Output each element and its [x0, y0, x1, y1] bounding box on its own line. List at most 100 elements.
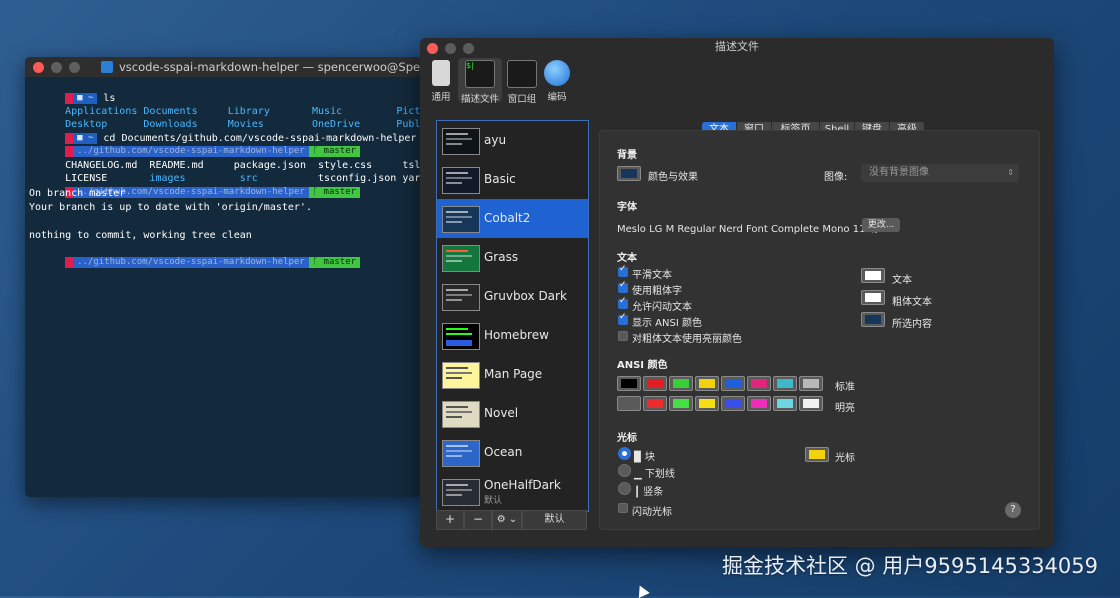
profile-item-gruvbox-dark[interactable]: Gruvbox Dark: [437, 277, 588, 316]
ansi-normal-swatch-4[interactable]: [721, 376, 745, 391]
profile-item-homebrew[interactable]: Homebrew: [437, 316, 588, 355]
ansi-normal-label: 标准: [835, 382, 855, 393]
font-value: Meslo LG M Regular Nerd Font Complete Mo…: [617, 224, 879, 235]
profile-thumbnail: [442, 323, 480, 350]
minimize-window-button[interactable]: [51, 62, 62, 73]
cursor-section-title: 光标: [617, 433, 637, 444]
checkbox-label: 允许闪动文本: [632, 302, 692, 313]
profile-item-man-page[interactable]: Man Page: [437, 355, 588, 394]
profile-item-grass[interactable]: Grass: [437, 238, 588, 277]
ansi-colors-checkbox[interactable]: [618, 312, 628, 325]
background-section-title: 背景: [617, 150, 637, 161]
ansi-section-title: ANSI 颜色: [617, 360, 668, 371]
blink-text-checkbox[interactable]: [618, 296, 628, 309]
set-default-button[interactable]: 默认: [522, 510, 587, 530]
ansi-bright-swatch-6[interactable]: [773, 396, 797, 411]
profile-name: Novel: [484, 406, 519, 420]
profiles-preferences-window[interactable]: 描述文件 通用 $| 描述文件 窗口组 编码 ayu Basic Cobalt2…: [420, 38, 1054, 547]
profile-list[interactable]: ayu Basic Cobalt2 Grass Gruvbox Dark Hom…: [436, 120, 589, 512]
remove-profile-button[interactable]: −: [464, 510, 492, 530]
cursor-color-well[interactable]: [805, 447, 829, 462]
toolbar-label: 编码: [547, 92, 567, 103]
ansi-normal-swatch-1[interactable]: [643, 376, 667, 391]
ansi-bright-swatch-3[interactable]: [695, 396, 719, 411]
branch-icon: ᚴ: [312, 186, 324, 197]
blink-cursor-checkbox[interactable]: [618, 503, 628, 513]
ls-row: LICENSE images src tsconfig.json yarn.lo…: [29, 159, 421, 184]
profile-name: Basic: [484, 172, 516, 186]
cursor-block-radio[interactable]: [618, 447, 631, 460]
bright-bold-checkbox[interactable]: [618, 331, 628, 341]
add-profile-button[interactable]: +: [436, 510, 464, 530]
background-image-select[interactable]: 没有背景图像 ⇕: [861, 164, 1019, 182]
ls-row: Desktop Downloads Movies OneDrive Public: [29, 105, 421, 130]
ansi-normal-swatch-2[interactable]: [669, 376, 693, 391]
ls-row: CHANGELOG.md README.md package.json styl…: [29, 146, 421, 171]
toolbar-encodings[interactable]: 编码: [538, 60, 576, 103]
profile-item-ayu[interactable]: ayu: [437, 121, 588, 160]
ansi-bright-swatch-1[interactable]: [643, 396, 667, 411]
profile-item-basic[interactable]: Basic: [437, 160, 588, 199]
smooth-text-checkbox[interactable]: [618, 264, 628, 277]
terminal-output[interactable]: ■ ~ ls Applications Documents Library Mus…: [25, 77, 421, 497]
default-profile-tag: 默认: [484, 496, 503, 506]
cursor-underline-radio[interactable]: [618, 464, 631, 477]
selection-color-label: 所选内容: [892, 319, 932, 330]
toolbar-label: 通用: [431, 92, 451, 103]
change-font-button[interactable]: 更改...: [862, 218, 900, 232]
ansi-bright-swatch-0[interactable]: [617, 396, 641, 411]
profile-name: Homebrew: [484, 328, 549, 342]
profile-thumbnail: [442, 401, 480, 428]
ansi-normal-swatch-3[interactable]: [695, 376, 719, 391]
window-title: 描述文件: [715, 40, 759, 53]
profile-name: Cobalt2: [484, 211, 531, 225]
help-button[interactable]: ?: [1005, 502, 1021, 518]
output-line: On branch master: [29, 188, 126, 199]
profile-thumbnail: [442, 479, 480, 506]
toolbar-profiles[interactable]: $| 描述文件: [458, 58, 502, 105]
profile-thumbnail: [442, 167, 480, 194]
radio-label: ▁ 下划线: [634, 469, 675, 480]
selection-color-well[interactable]: [861, 312, 885, 327]
ansi-normal-swatch-7[interactable]: [799, 376, 823, 391]
profile-thumbnail: [442, 245, 480, 272]
terminal-window[interactable]: vscode-sspai-markdown-helper — spencerwo…: [25, 57, 421, 497]
apple-icon: [65, 256, 74, 268]
zoom-window-button[interactable]: [69, 62, 80, 73]
file-entry: yarn.loc: [402, 173, 421, 184]
ansi-bright-swatch-7[interactable]: [799, 396, 823, 411]
prompt-line: ../github.com/vscode-sspai-markdown-help…: [29, 132, 361, 157]
profile-thumbnail: [442, 440, 480, 467]
ansi-normal-swatch-5[interactable]: [747, 376, 771, 391]
text-color-well[interactable]: [861, 268, 885, 283]
ansi-normal-swatch-0[interactable]: [617, 376, 641, 391]
background-color-well[interactable]: [617, 166, 641, 181]
bold-text-color-well[interactable]: [861, 290, 885, 305]
updown-chevron-icon: ⇕: [1007, 168, 1014, 177]
toolbar-general[interactable]: 通用: [422, 60, 460, 103]
profile-item-novel[interactable]: Novel: [437, 394, 588, 433]
close-window-button[interactable]: [33, 62, 44, 73]
profile-name: Man Page: [484, 367, 543, 381]
bold-font-checkbox[interactable]: [618, 280, 628, 293]
terminal-profile-icon: $|: [465, 60, 495, 88]
cursor-bar-radio[interactable]: [618, 482, 631, 495]
ansi-normal-swatch-6[interactable]: [773, 376, 797, 391]
checkbox-label: 使用粗体字: [632, 286, 682, 297]
globe-icon: [544, 60, 570, 86]
radio-label: ▉ 块: [634, 452, 655, 463]
ls-row: Applications Documents Library Music Pic…: [29, 92, 421, 117]
prompt-line: ../github.com/vscode-sspai-markdown-help…: [29, 173, 361, 198]
profile-thumbnail: [442, 284, 480, 311]
profile-item-onehalfdark[interactable]: OneHalfDark 默认: [437, 472, 588, 511]
toolbar-window-groups[interactable]: 窗口组: [503, 60, 541, 105]
gear-menu-button[interactable]: ⚙ ⌄: [492, 510, 522, 530]
profile-item-cobalt2[interactable]: Cobalt2: [437, 199, 588, 238]
profile-thumbnail: [442, 128, 480, 155]
profile-item-ocean[interactable]: Ocean: [437, 433, 588, 472]
ansi-bright-swatch-2[interactable]: [669, 396, 693, 411]
ansi-bright-swatch-4[interactable]: [721, 396, 745, 411]
ansi-bright-swatch-5[interactable]: [747, 396, 771, 411]
toolbar-label: 描述文件: [460, 94, 499, 105]
branch-name: master: [323, 186, 357, 197]
